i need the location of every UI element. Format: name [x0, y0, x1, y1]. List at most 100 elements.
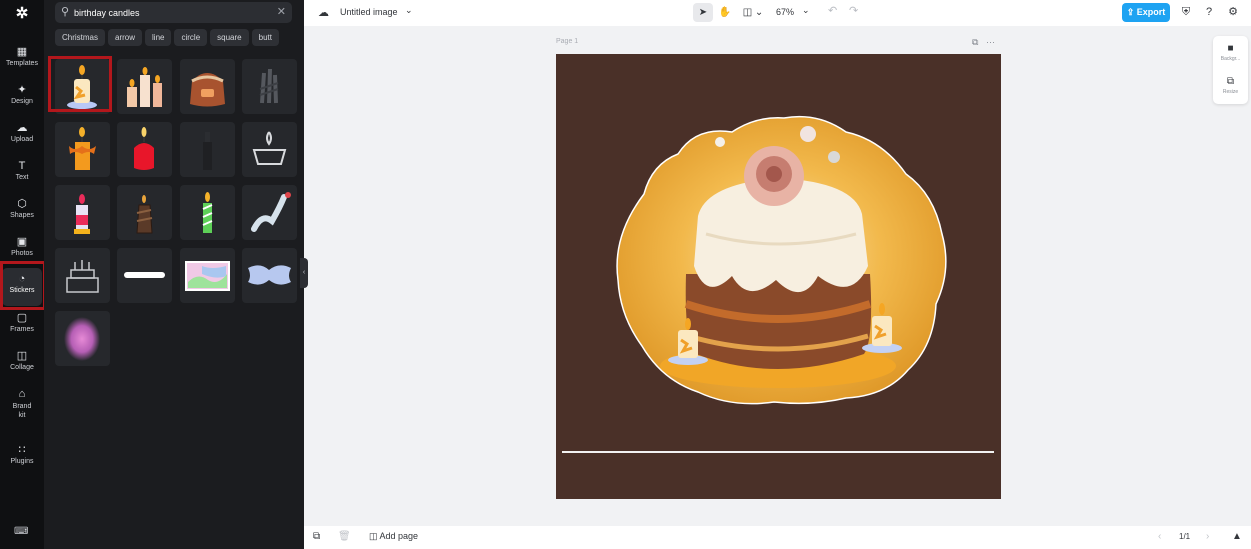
sticker-candle-stripe[interactable]	[55, 185, 110, 240]
add-page-icon: ◫	[369, 531, 378, 541]
sticker-colorful-rect[interactable]	[180, 248, 235, 303]
page-tools: ⧉ ⋯	[972, 37, 995, 48]
hand-icon: ✋	[718, 7, 732, 18]
sticker-smoke[interactable]	[242, 185, 297, 240]
frames-icon: ▢	[16, 312, 28, 324]
chip-line[interactable]: line	[145, 29, 172, 46]
background-label: Backgr...	[1220, 56, 1241, 62]
search-bar: ⚲ ✕	[55, 2, 292, 23]
add-page-button[interactable]: ◫ Add page	[369, 531, 418, 542]
cloud-sync-icon[interactable]: ☁	[318, 6, 329, 19]
sidebar-item-frames[interactable]: ▢ Frames	[2, 310, 42, 344]
clear-search-icon[interactable]: ✕	[277, 5, 286, 18]
undo-icon[interactable]: ↶	[828, 4, 837, 17]
chip-christmas[interactable]: Christmas	[55, 29, 106, 46]
sidebar-item-label: Design	[11, 98, 33, 105]
background-icon: ■	[1227, 43, 1234, 54]
chip-circle[interactable]: circle	[174, 29, 208, 46]
chevron-down-icon[interactable]: ⌄	[405, 5, 413, 16]
brand-kit-icon: ⌂	[18, 388, 26, 400]
upload-icon: ☁	[16, 122, 28, 134]
more-options-icon[interactable]: ⋯	[986, 37, 995, 47]
layout-menu-button[interactable]: ◫ ⌄	[741, 3, 765, 22]
export-label: Export	[1136, 7, 1166, 17]
next-page-icon[interactable]: ›	[1206, 531, 1209, 542]
sticker-candle-black[interactable]	[180, 122, 235, 177]
bottom-bar: ⧉ 🗑 ◫ Add page ‹ 1/1 › ▲	[304, 526, 1251, 549]
layers-icon[interactable]: ⧉	[313, 531, 320, 542]
photos-icon: ▣	[16, 236, 28, 248]
sidebar-item-text[interactable]: T Text	[2, 158, 42, 192]
zoom-chevron-icon[interactable]: ⌄	[802, 5, 810, 16]
sticker-candle-bowl[interactable]	[242, 122, 297, 177]
plugins-icon: ∷	[18, 444, 26, 456]
sidebar-item-collage[interactable]: ◫ Collage	[2, 348, 42, 382]
sidebar-item-shapes[interactable]: ⬡ Shapes	[2, 196, 42, 230]
sticker-bone-shape[interactable]	[242, 248, 297, 303]
sticker-line[interactable]	[117, 248, 172, 303]
chip-square[interactable]: square	[210, 29, 249, 46]
settings-icon[interactable]: ⚙	[1226, 5, 1240, 19]
collapse-panel-handle[interactable]: ‹	[300, 258, 308, 288]
sidebar-item-label: Templates	[6, 60, 38, 67]
templates-icon: ▦	[16, 46, 28, 58]
sidebar-item-design[interactable]: ✦ Design	[2, 82, 42, 116]
chip-arrow[interactable]: arrow	[108, 29, 143, 46]
hand-tool-button[interactable]: ✋	[716, 3, 734, 22]
sidebar-item-label: Photos	[11, 250, 33, 257]
top-toolbar: ☁ Untitled image ⌄ ➤ ✋ ◫ ⌄ 67% ⌄ ↶ ↷ ⇪ E…	[304, 0, 1251, 26]
sticker-candle-cute[interactable]	[55, 59, 110, 114]
chip-more[interactable]: butt	[251, 29, 279, 46]
search-icon: ⚲	[61, 6, 70, 18]
sticker-candles-dark[interactable]	[242, 59, 297, 114]
expand-panel-icon[interactable]: ▲	[1232, 531, 1242, 542]
help-icon[interactable]: ?	[1202, 5, 1216, 19]
suggestion-chips: Christmas arrow line circle square butt	[55, 29, 293, 46]
sidebar-item-label: Shapes	[10, 212, 34, 219]
page-counter: 1/1	[1179, 532, 1191, 541]
duplicate-page-icon[interactable]: ⧉	[972, 37, 978, 47]
add-page-label: Add page	[379, 531, 419, 541]
keyboard-icon[interactable]: ⌨	[14, 526, 28, 538]
collage-icon: ◫	[16, 350, 28, 362]
sidebar-item-plugins[interactable]: ∷ Plugins	[2, 442, 42, 476]
trash-icon[interactable]: 🗑	[338, 531, 351, 542]
sticker-cake-outline[interactable]	[55, 248, 110, 303]
select-tool-button[interactable]: ➤	[693, 3, 713, 22]
sidebar-item-label: Brand kit	[12, 403, 32, 419]
shield-icon[interactable]: ⛨	[1179, 5, 1193, 19]
sidebar-item-label: Collage	[10, 364, 34, 371]
layout-icon: ◫ ⌄	[742, 7, 764, 18]
search-input[interactable]	[74, 4, 264, 21]
sticker-candle-orange[interactable]	[55, 122, 110, 177]
shapes-icon: ⬡	[17, 198, 27, 210]
previous-page-icon[interactable]: ‹	[1158, 531, 1161, 542]
text-icon: T	[18, 160, 26, 172]
sticker-purple-blur[interactable]	[55, 311, 110, 366]
sidebar-item-label: Text	[15, 174, 29, 181]
sticker-candle-green[interactable]	[180, 185, 235, 240]
sidebar-item-templates[interactable]: ▦ Templates	[2, 44, 42, 78]
sidebar-item-upload[interactable]: ☁ Upload	[2, 120, 42, 154]
resize-button[interactable]: ⧉ Resize	[1213, 76, 1248, 95]
sticker-cake-jar[interactable]	[180, 59, 235, 114]
sidebar-item-label: Upload	[10, 136, 34, 143]
sidebar-item-brand-kit[interactable]: ⌂ Brand kit	[2, 386, 42, 426]
design-icon: ✦	[17, 84, 27, 96]
document-title[interactable]: Untitled image	[340, 7, 398, 17]
sidebar-item-label: Frames	[10, 326, 34, 333]
background-button[interactable]: ■ Backgr...	[1213, 43, 1248, 62]
resize-label: Resize	[1222, 89, 1239, 95]
export-button[interactable]: ⇪ Export	[1122, 3, 1170, 22]
page-label: Page 1	[556, 38, 579, 45]
redo-icon[interactable]: ↷	[849, 4, 858, 17]
stickers-panel: ⚲ ✕ Christmasarrowlinecirclesquarebutt	[44, 0, 304, 549]
sticker-candle-red[interactable]	[117, 122, 172, 177]
capcut-logo-icon[interactable]: ✲	[12, 4, 32, 22]
right-quick-panel: ■ Backgr... ⧉ Resize	[1213, 36, 1248, 104]
design-page[interactable]	[556, 54, 1001, 499]
cake-artwork[interactable]	[556, 54, 1001, 499]
sticker-candle-brown[interactable]	[117, 185, 172, 240]
zoom-level[interactable]: 67%	[776, 7, 794, 17]
sticker-candles-trio[interactable]	[117, 59, 172, 114]
